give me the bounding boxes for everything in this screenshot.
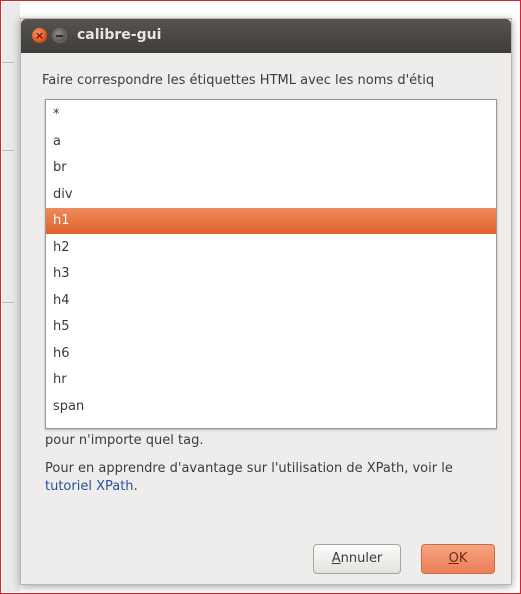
tag-option-span[interactable]: span bbox=[46, 394, 496, 420]
tag-option-h6[interactable]: h6 bbox=[46, 341, 496, 367]
tag-option-h1[interactable]: h1 bbox=[46, 208, 496, 234]
tag-option-h5[interactable]: h5 bbox=[46, 314, 496, 340]
screenshot-frame: × calibre-gui Faire correspondre les éti… bbox=[0, 0, 521, 594]
dialog-heading: Faire correspondre les étiquettes HTML a… bbox=[42, 73, 435, 88]
tag-dropdown-list[interactable]: * a br div h1 h2 h3 h4 h5 h6 hr span bbox=[45, 99, 497, 429]
help-text-prefix: Pour en apprendre d'avantage sur l'utili… bbox=[45, 461, 453, 476]
tag-option-a[interactable]: a bbox=[46, 129, 496, 155]
xpath-tutorial-link[interactable]: tutoriel XPath bbox=[45, 479, 134, 494]
background-window-edge bbox=[2, 2, 20, 592]
tag-option-h3[interactable]: h3 bbox=[46, 261, 496, 287]
background-tick bbox=[2, 150, 14, 151]
background-tick bbox=[2, 302, 14, 303]
close-icon[interactable]: × bbox=[32, 28, 47, 43]
window-title: calibre-gui bbox=[77, 27, 162, 43]
mnemonic-letter: O bbox=[448, 551, 459, 566]
title-bar: × calibre-gui bbox=[21, 19, 511, 53]
cancel-button-label: Annuler bbox=[331, 551, 383, 566]
ok-button-label: OK bbox=[448, 551, 468, 566]
obscured-help-text bbox=[45, 424, 495, 433]
tag-option-h2[interactable]: h2 bbox=[46, 235, 496, 261]
help-text-line1: pour n'importe quel tag. bbox=[45, 433, 204, 448]
background-tick bbox=[2, 62, 14, 63]
calibre-dialog: × calibre-gui Faire correspondre les éti… bbox=[20, 18, 512, 585]
tag-option-br[interactable]: br bbox=[46, 155, 496, 181]
minimize-icon[interactable] bbox=[52, 28, 67, 43]
help-text-suffix: . bbox=[133, 479, 138, 494]
help-text-xpath: Pour en apprendre d'avantage sur l'utili… bbox=[45, 460, 495, 496]
tag-option-any[interactable]: * bbox=[46, 102, 496, 128]
tag-option-div[interactable]: div bbox=[46, 182, 496, 208]
cancel-button[interactable]: Annuler bbox=[313, 544, 401, 574]
mnemonic-letter: A bbox=[331, 551, 341, 566]
ok-button[interactable]: OK bbox=[421, 544, 495, 574]
tag-option-hr[interactable]: hr bbox=[46, 367, 496, 393]
tag-option-h4[interactable]: h4 bbox=[46, 288, 496, 314]
